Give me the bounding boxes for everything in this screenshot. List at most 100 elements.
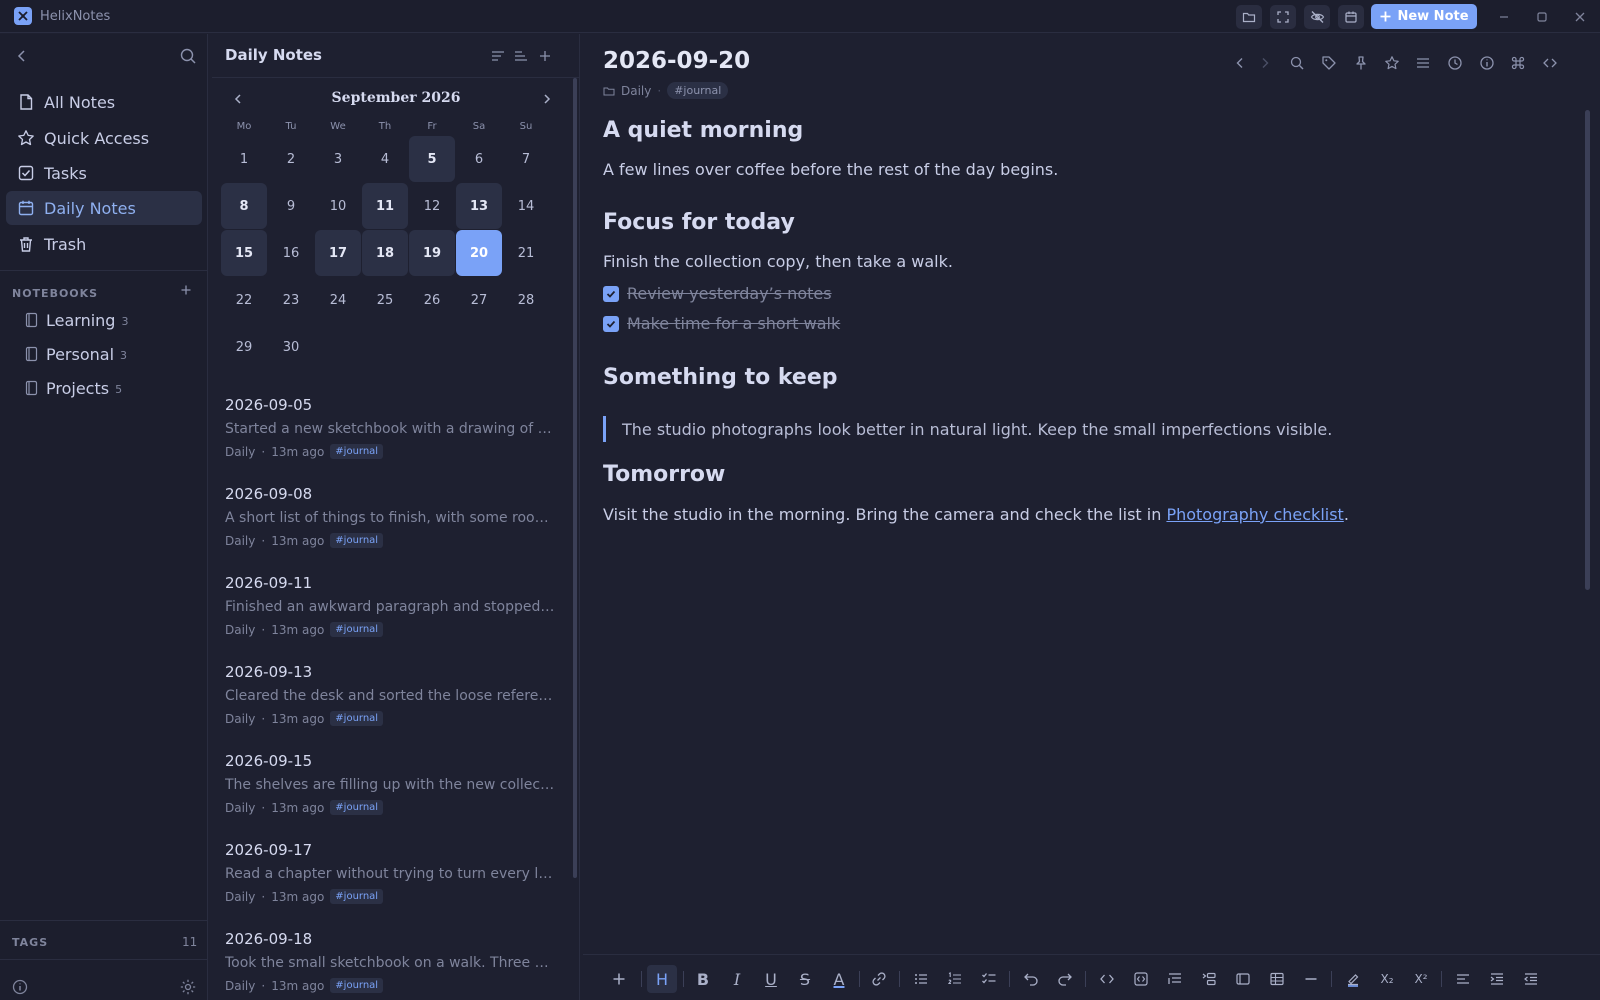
notebook-item-learning[interactable]: Learning 3 xyxy=(24,307,128,333)
add-notebook-icon[interactable] xyxy=(178,282,194,298)
superscript-button[interactable]: X² xyxy=(1407,966,1435,992)
photography-checklist-link[interactable]: Photography checklist xyxy=(1166,505,1343,524)
task-item[interactable]: Make time for a short walk xyxy=(603,314,840,333)
entry-tag[interactable]: #journal xyxy=(330,533,384,548)
calendar-day[interactable]: 13 xyxy=(456,183,502,229)
underline-button[interactable]: U xyxy=(757,966,785,992)
task-list-icon[interactable] xyxy=(975,966,1003,992)
task-checkbox-checked-icon[interactable] xyxy=(603,315,619,332)
calendar-day[interactable]: 18 xyxy=(362,230,408,276)
minimize-icon[interactable] xyxy=(1494,7,1514,27)
entry-tag[interactable]: #journal xyxy=(330,889,384,904)
calendar-day[interactable]: 30 xyxy=(268,324,314,370)
entry-tag[interactable]: #journal xyxy=(330,444,384,459)
note-notebook[interactable]: Daily xyxy=(621,84,651,98)
inline-code-icon[interactable] xyxy=(1093,966,1121,992)
calendar-day[interactable]: 17 xyxy=(315,230,361,276)
code-block-icon[interactable] xyxy=(1127,966,1155,992)
task-item[interactable]: Review yesterday’s notes xyxy=(603,284,832,303)
italic-button[interactable]: I xyxy=(723,966,751,992)
calendar-day[interactable]: 22 xyxy=(221,277,267,323)
calendar-next-chevron-icon[interactable] xyxy=(537,89,557,109)
bullet-list-icon[interactable] xyxy=(907,966,935,992)
nav-trash[interactable]: Trash xyxy=(6,227,202,261)
entry-tag[interactable]: #journal xyxy=(330,978,384,993)
back-chevron-icon[interactable] xyxy=(1229,52,1251,74)
note-title[interactable]: 2026-09-20 xyxy=(603,48,750,74)
undo-icon[interactable] xyxy=(1017,966,1045,992)
nav-all-notes[interactable]: All Notes xyxy=(6,85,202,119)
entry-tag[interactable]: #journal xyxy=(330,622,384,637)
info-icon[interactable] xyxy=(11,978,29,996)
list-scrollbar[interactable] xyxy=(573,78,577,878)
history-clock-icon[interactable] xyxy=(1444,52,1466,74)
sort-icon[interactable] xyxy=(489,47,507,65)
calendar-day[interactable]: 3 xyxy=(315,136,361,182)
note-list-item[interactable]: 2026-09-13 Cleared the desk and sorted th… xyxy=(225,663,555,743)
outdent-icon[interactable] xyxy=(1517,966,1545,992)
table-icon[interactable] xyxy=(1263,966,1291,992)
note-list-item[interactable]: 2026-09-18 Took the small sketchbook on a… xyxy=(225,930,555,1000)
calendar-day[interactable]: 15 xyxy=(221,230,267,276)
calendar-day[interactable]: 28 xyxy=(503,277,549,323)
note-list-item[interactable]: 2026-09-11 Finished an awkward paragraph … xyxy=(225,574,555,654)
command-icon[interactable] xyxy=(1507,52,1529,74)
nav-quick-access[interactable]: Quick Access xyxy=(6,121,202,155)
note-info-icon[interactable] xyxy=(1476,52,1498,74)
view-options-icon[interactable] xyxy=(512,47,530,65)
notebook-item-personal[interactable]: Personal 3 xyxy=(24,341,127,367)
calendar-day[interactable]: 14 xyxy=(503,183,549,229)
note-list-item[interactable]: 2026-09-15 The shelves are filling up wit… xyxy=(225,752,555,832)
new-note-button[interactable]: New Note xyxy=(1371,4,1477,29)
heading-quiet-morning[interactable]: A quiet morning xyxy=(603,118,803,143)
horizontal-rule-icon[interactable] xyxy=(1297,966,1325,992)
calendar-day[interactable]: 26 xyxy=(409,277,455,323)
editor-scrollbar[interactable] xyxy=(1585,110,1590,590)
insert-plus-icon[interactable] xyxy=(605,966,633,992)
note-list-item[interactable]: 2026-09-08 A short list of things to fini… xyxy=(225,485,555,565)
callout-icon[interactable] xyxy=(1229,966,1257,992)
heading-button[interactable]: H xyxy=(647,965,677,993)
calendar-day[interactable]: 23 xyxy=(268,277,314,323)
highlight-icon[interactable] xyxy=(1339,966,1367,992)
indent-icon[interactable] xyxy=(1483,966,1511,992)
calendar-day[interactable]: 19 xyxy=(409,230,455,276)
calendar-day[interactable]: 24 xyxy=(315,277,361,323)
notebook-item-projects[interactable]: Projects 5 xyxy=(24,375,122,401)
pin-icon[interactable] xyxy=(1350,52,1372,74)
entry-tag[interactable]: #journal xyxy=(330,711,384,726)
text-color-button[interactable]: A xyxy=(825,966,853,992)
note-list-item[interactable]: 2026-09-05 Started a new sketchbook with … xyxy=(225,396,555,476)
fullscreen-icon[interactable] xyxy=(1270,5,1296,29)
calendar-day[interactable]: 12 xyxy=(409,183,455,229)
calendar-day[interactable]: 7 xyxy=(503,136,549,182)
calendar-day[interactable]: 1 xyxy=(221,136,267,182)
calendar-day[interactable]: 2 xyxy=(268,136,314,182)
eye-off-icon[interactable] xyxy=(1304,5,1330,29)
redo-icon[interactable] xyxy=(1051,966,1079,992)
heading-tomorrow[interactable]: Tomorrow xyxy=(603,462,725,487)
paragraph-focus[interactable]: Finish the collection copy, then take a … xyxy=(603,252,953,271)
nav-daily-notes[interactable]: Daily Notes xyxy=(6,191,202,225)
favorite-star-icon[interactable] xyxy=(1381,52,1403,74)
outline-list-icon[interactable] xyxy=(1412,52,1434,74)
add-note-icon[interactable] xyxy=(536,47,554,65)
paragraph-morning[interactable]: A few lines over coffee before the rest … xyxy=(603,160,1058,179)
calendar-day[interactable]: 6 xyxy=(456,136,502,182)
calendar-day[interactable]: 20 xyxy=(456,230,502,276)
calendar-day[interactable]: 5 xyxy=(409,136,455,182)
calendar-day[interactable]: 11 xyxy=(362,183,408,229)
bold-button[interactable]: B xyxy=(689,966,717,992)
calendar-day[interactable]: 10 xyxy=(315,183,361,229)
calendar-day[interactable]: 16 xyxy=(268,230,314,276)
subscript-button[interactable]: X₂ xyxy=(1373,966,1401,992)
calendar-icon[interactable] xyxy=(1338,5,1364,29)
calendar-day[interactable]: 4 xyxy=(362,136,408,182)
collapse-sidebar-icon[interactable] xyxy=(12,46,32,66)
folder-icon[interactable] xyxy=(1236,5,1262,29)
calendar-day[interactable]: 21 xyxy=(503,230,549,276)
numbered-list-icon[interactable] xyxy=(941,966,969,992)
forward-chevron-icon[interactable] xyxy=(1254,52,1276,74)
strikethrough-button[interactable]: S xyxy=(791,966,819,992)
align-left-icon[interactable] xyxy=(1449,966,1477,992)
